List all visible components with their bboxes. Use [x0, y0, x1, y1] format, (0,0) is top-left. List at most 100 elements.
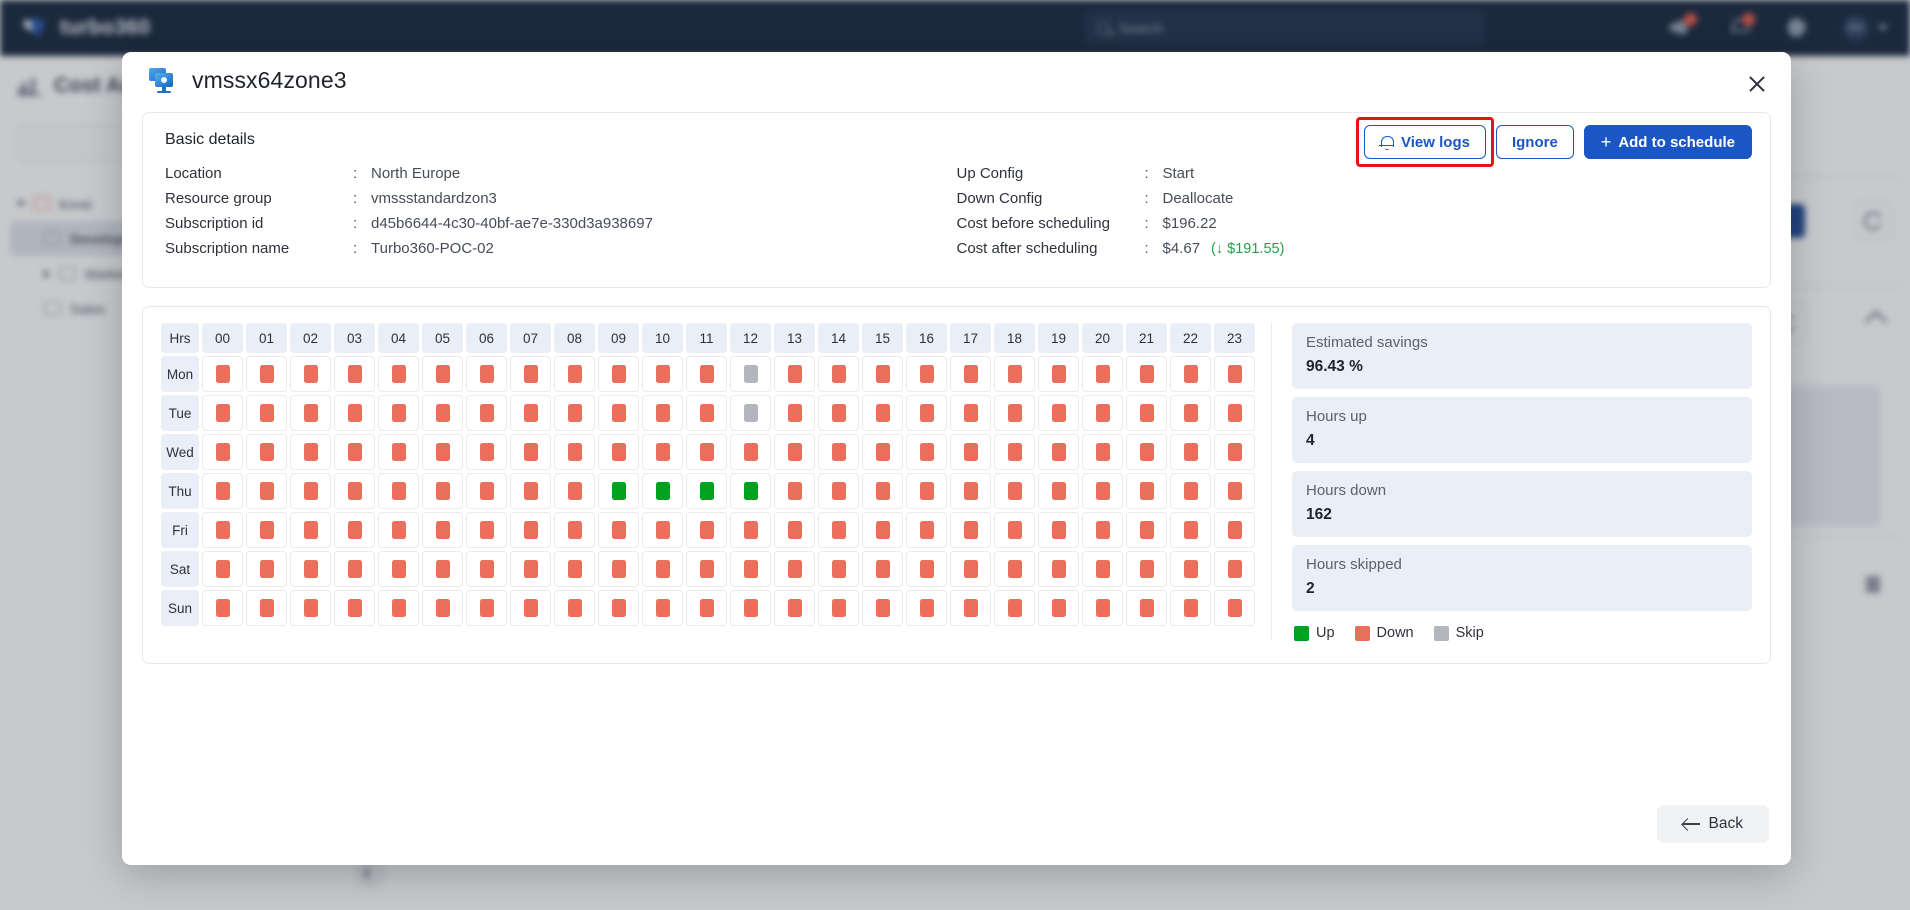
schedule-cell-wed-11[interactable]	[686, 434, 727, 470]
schedule-cell-fri-05[interactable]	[422, 512, 463, 548]
schedule-cell-wed-20[interactable]	[1082, 434, 1123, 470]
schedule-cell-sun-21[interactable]	[1126, 590, 1167, 626]
schedule-cell-fri-13[interactable]	[774, 512, 815, 548]
schedule-cell-wed-06[interactable]	[466, 434, 507, 470]
schedule-cell-sat-06[interactable]	[466, 551, 507, 587]
ignore-button[interactable]: Ignore	[1495, 125, 1574, 159]
schedule-cell-fri-08[interactable]	[554, 512, 595, 548]
schedule-cell-wed-08[interactable]	[554, 434, 595, 470]
schedule-cell-wed-01[interactable]	[246, 434, 287, 470]
schedule-cell-sat-01[interactable]	[246, 551, 287, 587]
schedule-cell-sun-08[interactable]	[554, 590, 595, 626]
schedule-cell-mon-22[interactable]	[1170, 356, 1211, 392]
schedule-cell-tue-12[interactable]	[730, 395, 771, 431]
schedule-cell-wed-00[interactable]	[202, 434, 243, 470]
schedule-cell-tue-07[interactable]	[510, 395, 551, 431]
schedule-cell-tue-06[interactable]	[466, 395, 507, 431]
schedule-cell-sun-13[interactable]	[774, 590, 815, 626]
schedule-cell-wed-21[interactable]	[1126, 434, 1167, 470]
schedule-cell-thu-14[interactable]	[818, 473, 859, 509]
schedule-cell-sun-18[interactable]	[994, 590, 1035, 626]
schedule-cell-sun-23[interactable]	[1214, 590, 1255, 626]
schedule-cell-thu-20[interactable]	[1082, 473, 1123, 509]
schedule-cell-thu-17[interactable]	[950, 473, 991, 509]
schedule-cell-sat-19[interactable]	[1038, 551, 1079, 587]
schedule-cell-mon-21[interactable]	[1126, 356, 1167, 392]
schedule-cell-thu-04[interactable]	[378, 473, 419, 509]
schedule-cell-fri-01[interactable]	[246, 512, 287, 548]
schedule-cell-mon-04[interactable]	[378, 356, 419, 392]
close-icon[interactable]	[1743, 70, 1771, 98]
schedule-cell-fri-02[interactable]	[290, 512, 331, 548]
schedule-cell-fri-03[interactable]	[334, 512, 375, 548]
schedule-cell-fri-11[interactable]	[686, 512, 727, 548]
schedule-cell-mon-18[interactable]	[994, 356, 1035, 392]
schedule-cell-wed-18[interactable]	[994, 434, 1035, 470]
schedule-cell-sun-22[interactable]	[1170, 590, 1211, 626]
schedule-cell-thu-02[interactable]	[290, 473, 331, 509]
schedule-cell-tue-20[interactable]	[1082, 395, 1123, 431]
schedule-cell-thu-06[interactable]	[466, 473, 507, 509]
schedule-cell-sat-10[interactable]	[642, 551, 683, 587]
schedule-cell-thu-11[interactable]	[686, 473, 727, 509]
schedule-cell-sun-07[interactable]	[510, 590, 551, 626]
schedule-cell-mon-07[interactable]	[510, 356, 551, 392]
schedule-cell-mon-15[interactable]	[862, 356, 903, 392]
schedule-cell-sun-11[interactable]	[686, 590, 727, 626]
schedule-cell-mon-00[interactable]	[202, 356, 243, 392]
schedule-cell-mon-08[interactable]	[554, 356, 595, 392]
schedule-cell-sat-09[interactable]	[598, 551, 639, 587]
schedule-cell-mon-19[interactable]	[1038, 356, 1079, 392]
schedule-cell-wed-16[interactable]	[906, 434, 947, 470]
schedule-cell-wed-23[interactable]	[1214, 434, 1255, 470]
schedule-cell-fri-20[interactable]	[1082, 512, 1123, 548]
schedule-cell-tue-02[interactable]	[290, 395, 331, 431]
schedule-cell-tue-03[interactable]	[334, 395, 375, 431]
schedule-cell-fri-23[interactable]	[1214, 512, 1255, 548]
schedule-cell-thu-19[interactable]	[1038, 473, 1079, 509]
schedule-cell-fri-10[interactable]	[642, 512, 683, 548]
schedule-cell-mon-12[interactable]	[730, 356, 771, 392]
schedule-cell-thu-23[interactable]	[1214, 473, 1255, 509]
schedule-cell-sat-16[interactable]	[906, 551, 947, 587]
schedule-cell-fri-07[interactable]	[510, 512, 551, 548]
schedule-cell-tue-00[interactable]	[202, 395, 243, 431]
schedule-cell-tue-13[interactable]	[774, 395, 815, 431]
schedule-cell-mon-05[interactable]	[422, 356, 463, 392]
schedule-cell-sat-21[interactable]	[1126, 551, 1167, 587]
schedule-cell-sun-10[interactable]	[642, 590, 683, 626]
schedule-cell-thu-07[interactable]	[510, 473, 551, 509]
schedule-cell-tue-10[interactable]	[642, 395, 683, 431]
schedule-cell-mon-13[interactable]	[774, 356, 815, 392]
schedule-cell-sat-15[interactable]	[862, 551, 903, 587]
schedule-cell-fri-18[interactable]	[994, 512, 1035, 548]
schedule-cell-thu-16[interactable]	[906, 473, 947, 509]
schedule-cell-thu-13[interactable]	[774, 473, 815, 509]
schedule-cell-wed-14[interactable]	[818, 434, 859, 470]
schedule-cell-tue-05[interactable]	[422, 395, 463, 431]
schedule-cell-thu-21[interactable]	[1126, 473, 1167, 509]
schedule-cell-thu-09[interactable]	[598, 473, 639, 509]
schedule-cell-wed-15[interactable]	[862, 434, 903, 470]
schedule-cell-mon-14[interactable]	[818, 356, 859, 392]
schedule-cell-mon-01[interactable]	[246, 356, 287, 392]
schedule-cell-sat-14[interactable]	[818, 551, 859, 587]
schedule-cell-mon-09[interactable]	[598, 356, 639, 392]
schedule-cell-sun-12[interactable]	[730, 590, 771, 626]
schedule-cell-thu-08[interactable]	[554, 473, 595, 509]
schedule-cell-wed-02[interactable]	[290, 434, 331, 470]
schedule-cell-tue-16[interactable]	[906, 395, 947, 431]
schedule-cell-sun-14[interactable]	[818, 590, 859, 626]
schedule-cell-fri-06[interactable]	[466, 512, 507, 548]
schedule-cell-thu-00[interactable]	[202, 473, 243, 509]
schedule-cell-fri-22[interactable]	[1170, 512, 1211, 548]
schedule-cell-wed-03[interactable]	[334, 434, 375, 470]
schedule-cell-tue-14[interactable]	[818, 395, 859, 431]
schedule-cell-tue-08[interactable]	[554, 395, 595, 431]
schedule-cell-wed-19[interactable]	[1038, 434, 1079, 470]
schedule-cell-thu-18[interactable]	[994, 473, 1035, 509]
schedule-cell-mon-16[interactable]	[906, 356, 947, 392]
schedule-cell-fri-16[interactable]	[906, 512, 947, 548]
schedule-cell-mon-03[interactable]	[334, 356, 375, 392]
schedule-cell-fri-15[interactable]	[862, 512, 903, 548]
